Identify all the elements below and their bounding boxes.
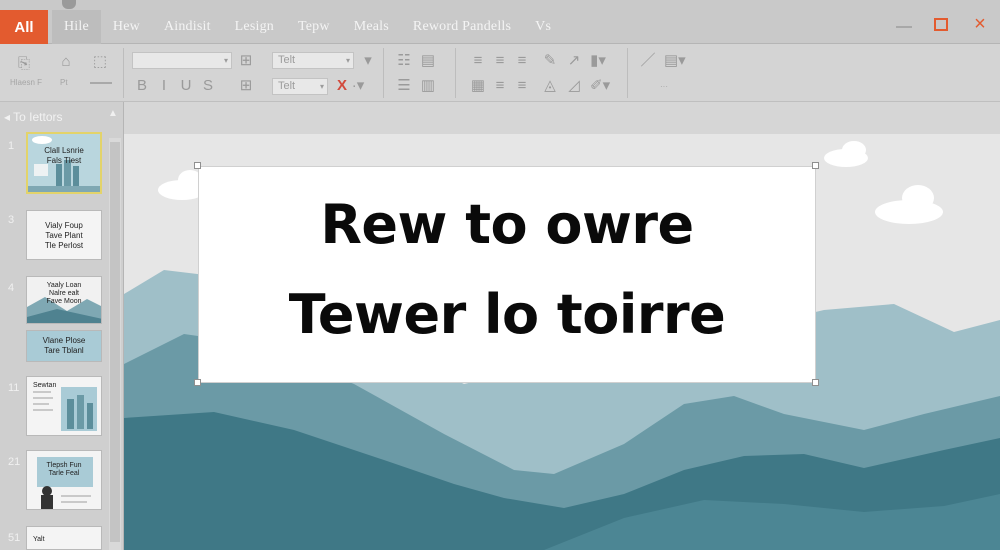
slide-number: 4 (8, 282, 15, 294)
panel-scrollbar-thumb[interactable] (110, 142, 120, 542)
slide-number: 21 (8, 456, 21, 468)
grid-icon[interactable]: ▦ (470, 78, 486, 94)
font-name-select[interactable]: ▾ (132, 52, 232, 69)
slide-thumbnail-5[interactable]: Vlane Plose Tare Tblanl (26, 330, 102, 362)
slide-number: 3 (8, 214, 15, 226)
panel-title: To Iettors (13, 110, 63, 124)
thumbnail-text: Fals Tlest (46, 156, 82, 165)
shadow-icon[interactable]: S (200, 78, 216, 94)
clear-format-icon[interactable]: X (334, 78, 350, 94)
slide-thumbnail-11[interactable]: Sewtan (26, 376, 102, 436)
table-icon[interactable]: ⊞ (238, 78, 254, 94)
quick-styles-icon[interactable]: ▮▾ (590, 53, 606, 69)
thumbnail-text: Sewtan (33, 382, 57, 389)
bullets-icon[interactable]: ☷ (396, 53, 412, 69)
columns-icon[interactable]: ▥ (420, 78, 436, 94)
pen-icon[interactable]: ✐▾ (590, 78, 610, 94)
thumbnail-text: Fave Moon (46, 298, 82, 305)
font-size-icon[interactable]: ⊞ (238, 53, 254, 69)
clipboard-group: ⎘ ⌂ ⬚ Hlaesn F Pt (0, 48, 124, 98)
title-text-box[interactable]: Rew to owre Tewer lo toirre (198, 166, 816, 383)
line-tool-icon[interactable]: ／ (640, 53, 656, 69)
slide-number: 51 (8, 532, 21, 544)
panel-icon: ◂ (4, 110, 14, 124)
slide-title-line-2[interactable]: Tewer lo toirre (199, 283, 815, 346)
font-style-select[interactable]: Telt ▾ (272, 52, 354, 69)
slide-thumbnail-3[interactable]: Vialy Foup Tave Plant Tle Perlost (26, 210, 102, 260)
shape-outline-icon[interactable]: ◿ (566, 78, 582, 94)
thumbnail-text: Clall Lsnrie (44, 146, 84, 155)
slide-thumbnail-1[interactable]: Clall Lsnrie Fals Tlest (26, 132, 102, 194)
tab-home[interactable]: Hew (101, 10, 152, 44)
divider-line (90, 82, 112, 84)
resize-handle-top-right[interactable] (812, 162, 819, 169)
tab-view[interactable]: Vs (523, 10, 563, 44)
align-left-icon[interactable]: ≡ (470, 53, 486, 69)
thumbnail-text: Tare Tblanl (44, 346, 84, 355)
ellipsis-icon: ··· (660, 82, 668, 91)
spacing-icon[interactable]: ·▾ (350, 78, 366, 94)
tab-review[interactable]: Reword Pandells (401, 10, 523, 44)
slide-title-line-1[interactable]: Rew to owre (199, 193, 815, 256)
font-size-select[interactable]: Telt ▾ (272, 78, 328, 95)
tab-design[interactable]: Lesign (223, 10, 286, 44)
thumbnail-text: Tle Perlost (44, 241, 84, 250)
italic-icon[interactable]: I (156, 78, 172, 94)
resize-handle-bottom-left[interactable] (194, 379, 201, 386)
ribbon-toolbar: ⎘ ⌂ ⬚ Hlaesn F Pt ▾ ⊞ Telt ▾ ▾ B I U S ⊞ … (0, 44, 1000, 102)
slide-number: 11 (8, 382, 20, 394)
arrange-icon[interactable]: ↗ (566, 53, 582, 69)
tab-animations[interactable]: Meals (342, 10, 401, 44)
font-color-icon[interactable]: ▾ (360, 53, 376, 69)
panel-header: ◂ To Iettors (0, 106, 124, 128)
indent-icon[interactable]: ☰ (396, 78, 412, 94)
paste-icon[interactable]: ⌂ (58, 54, 74, 70)
editing-group: ／ ▤▾ ··· (634, 48, 698, 98)
app-logo-icon (62, 0, 76, 9)
slide-number: 1 (8, 140, 15, 152)
select-icon[interactable]: ▤▾ (664, 53, 686, 69)
collapse-icon[interactable]: ▲ (108, 108, 118, 119)
resize-handle-bottom-right[interactable] (812, 379, 819, 386)
font-group: ▾ ⊞ Telt ▾ ▾ B I U S ⊞ Telt ▾ X ·▾ (128, 48, 384, 98)
paste-label: Pt (60, 78, 68, 87)
format-painter-icon[interactable]: ⬚ (92, 54, 108, 70)
new-slide-icon[interactable]: ⎘ (16, 56, 32, 72)
bold-icon[interactable]: B (134, 78, 150, 94)
maximize-button[interactable] (934, 18, 948, 31)
thumbnail-text: Vlane Plose (42, 336, 86, 345)
close-button[interactable]: × (970, 14, 990, 34)
underline-icon[interactable]: U (178, 78, 194, 94)
shape-fill-icon[interactable]: ◬ (542, 78, 558, 94)
paragraph-group: ☷ ▤ ☰ ▥ (390, 48, 456, 98)
slide-thumbnail-4[interactable]: Yaaly Loan Nalre ealt Fave Moon (26, 276, 102, 324)
ribbon-tabs: Hile Hew Aindisit Lesign Tepw Meals Rewo… (52, 10, 563, 44)
tab-all[interactable]: All (0, 10, 48, 44)
justify-icon[interactable]: ≡ (492, 78, 508, 94)
thumbnail-text: Tarle Feal (48, 470, 80, 477)
slide-thumbnail-21[interactable]: Tlepsh Fun Tarle Feal (26, 450, 102, 510)
align-center-icon[interactable]: ≡ (492, 53, 508, 69)
tab-transitions[interactable]: Tepw (286, 10, 342, 44)
minimize-button[interactable] (896, 26, 912, 28)
thumbnail-text: Vialy Foup (45, 221, 83, 230)
thumbnail-art (27, 451, 101, 509)
tab-file[interactable]: Hile (52, 10, 101, 44)
tab-insert[interactable]: Aindisit (152, 10, 223, 44)
thumbnail-text: Yalt (33, 536, 45, 543)
thumbnail-text: Tave Plant (45, 231, 83, 240)
shape-tool-icon[interactable]: ✎ (542, 53, 558, 69)
distribute-icon[interactable]: ≡ (514, 78, 530, 94)
drawing-group: ≡ ≡ ≡ ✎ ↗ ▮▾ ▦ ≡ ≡ ◬ ◿ ✐▾ (462, 48, 628, 98)
clipboard-label: Hlaesn F (10, 78, 43, 87)
align-right-icon[interactable]: ≡ (514, 53, 530, 69)
menu-bar: All Hile Hew Aindisit Lesign Tepw Meals … (0, 0, 1000, 44)
slide-thumbnail-panel: ◂ To Iettors ▲ 1 Clall Lsnrie Fals Tlest… (0, 102, 124, 550)
resize-handle-top-left[interactable] (194, 162, 201, 169)
numbering-icon[interactable]: ▤ (420, 53, 436, 69)
slide-thumbnail-51[interactable]: Yalt (26, 526, 102, 550)
